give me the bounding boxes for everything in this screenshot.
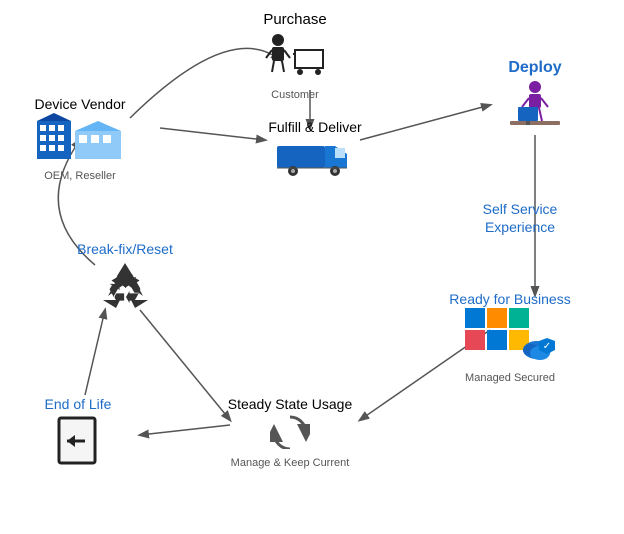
self-service-node: Self ServiceExperience [450, 200, 590, 236]
end-of-life-node: End of Life [18, 395, 138, 476]
steady-state-node: Steady State Usage Manage & Keep Current [210, 395, 370, 470]
fulfill-node: Fulfill & Deliver [255, 118, 375, 184]
lifecycle-diagram: Purchase Customer Device Vendor [0, 0, 624, 534]
ready-node: Ready for Business ✓ Managed Secured [430, 290, 590, 385]
deploy-node: Deploy [475, 58, 595, 142]
purchase-node: Purchase Customer [235, 10, 355, 102]
break-fix-node: Break-fix/Reset ♻ [60, 240, 190, 321]
svg-text:♻: ♻ [106, 265, 144, 312]
svg-text:✓: ✓ [543, 341, 551, 352]
device-vendor-node: Device Vendor [10, 95, 150, 183]
